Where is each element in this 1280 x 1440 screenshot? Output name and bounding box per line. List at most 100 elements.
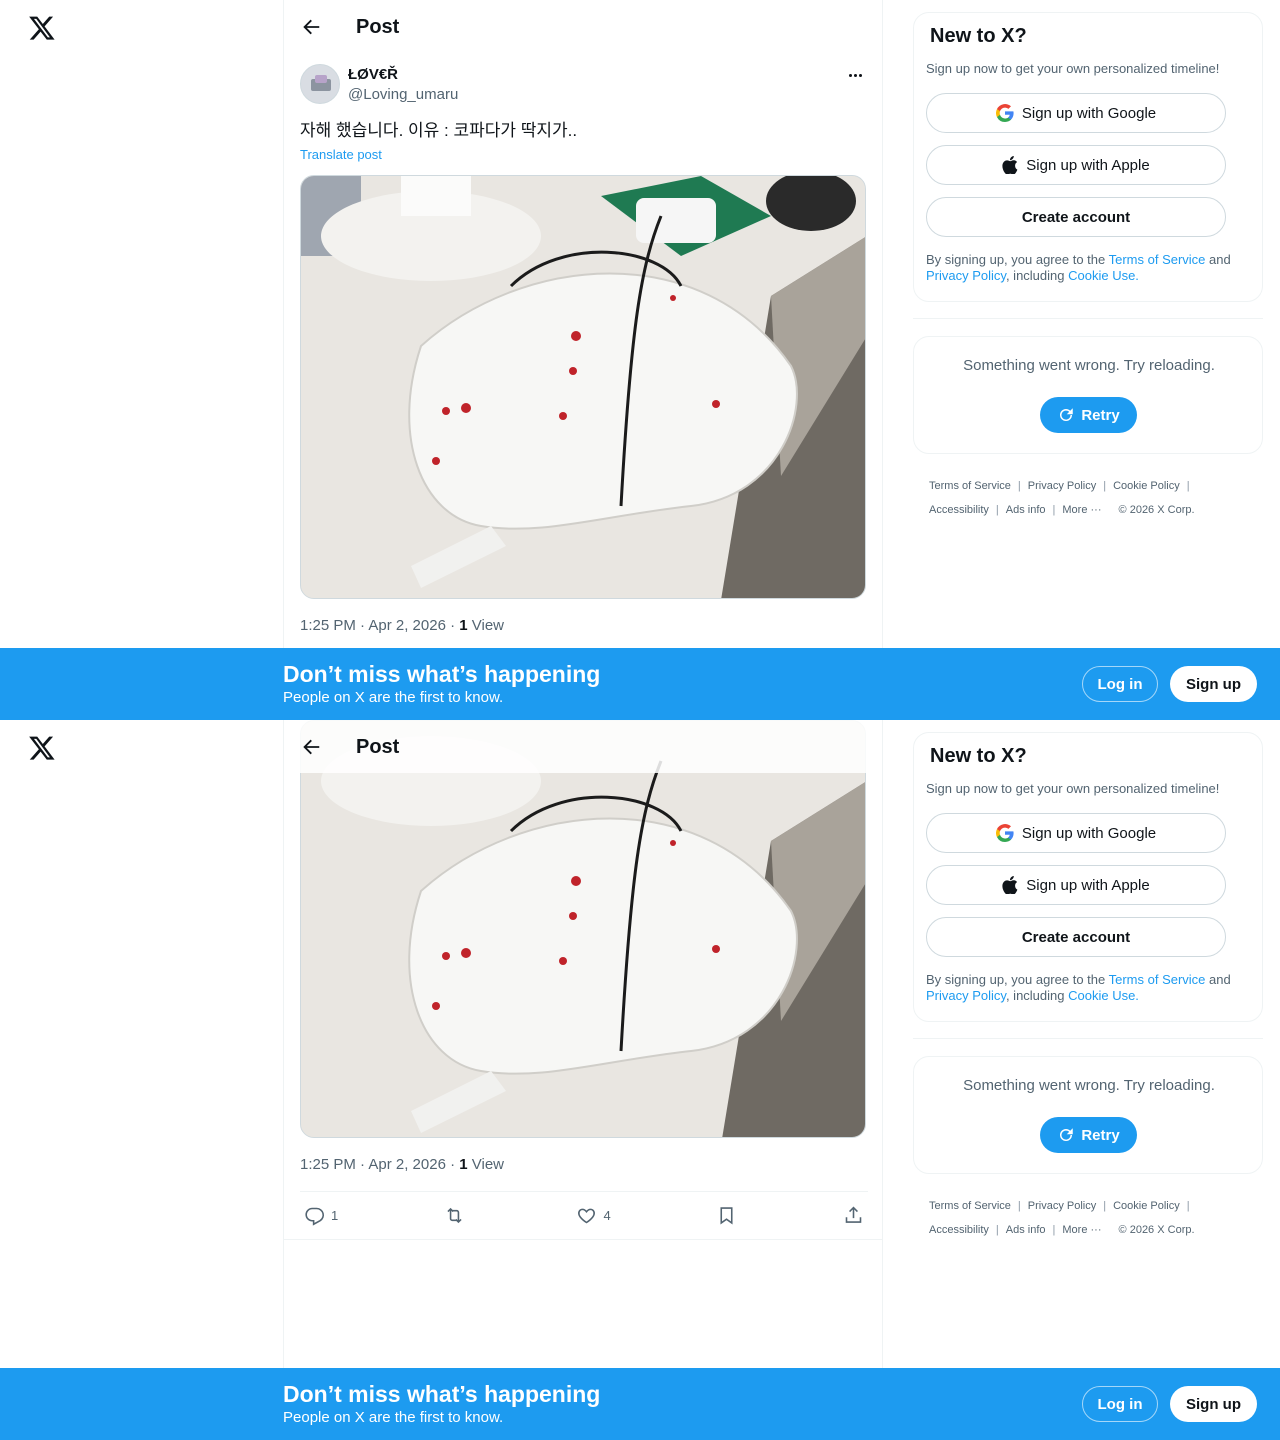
back-arrow-icon[interactable] xyxy=(300,736,322,758)
footer-accessibility-link[interactable]: Accessibility xyxy=(929,504,989,516)
terms-link[interactable]: Terms of Service xyxy=(1109,252,1206,267)
privacy-link[interactable]: Privacy Policy xyxy=(926,988,1006,1003)
banner-signup-button[interactable]: Sign up xyxy=(1170,1386,1257,1422)
sidebar-footer: Terms of Service | Privacy Policy | Cookie P… xyxy=(929,480,1195,516)
error-card: Something went wrong. Try reloading. Ret… xyxy=(913,336,1263,454)
viewport-scrolled: Post 1:25 PM · Apr 2, 2026 · 1 View 1 4 xyxy=(0,720,1280,1440)
footer-cookie-link[interactable]: Cookie Policy xyxy=(1113,480,1180,492)
create-account-button[interactable]: Create account xyxy=(926,197,1226,237)
post-image[interactable] xyxy=(300,720,866,1138)
refresh-icon xyxy=(1060,408,1074,421)
signup-card: New to X? Sign up now to get your own pe… xyxy=(913,732,1263,1022)
login-banner: Don’t miss what’s happening People on X … xyxy=(0,648,1280,720)
signup-google-button[interactable]: Sign up with Google xyxy=(926,93,1226,133)
signup-subtitle: Sign up now to get your own personalized… xyxy=(926,781,1220,796)
signup-apple-label: Sign up with Apple xyxy=(1026,156,1150,174)
terms-link[interactable]: Terms of Service xyxy=(1109,972,1206,987)
post-header: Post xyxy=(284,720,882,773)
error-message: Something went wrong. Try reloading. xyxy=(963,357,1215,374)
footer-terms-link[interactable]: Terms of Service xyxy=(929,1200,1011,1212)
footer-ads-link[interactable]: Ads info xyxy=(1006,1224,1046,1236)
bookmark-button[interactable] xyxy=(716,1205,737,1227)
translate-post-link[interactable]: Translate post xyxy=(300,147,382,162)
footer-privacy-link[interactable]: Privacy Policy xyxy=(1028,1200,1096,1212)
cookie-use-link[interactable]: Cookie Use. xyxy=(1068,988,1139,1003)
x-logo-icon[interactable] xyxy=(28,734,56,762)
signup-apple-button[interactable]: Sign up with Apple xyxy=(926,145,1226,185)
signup-legal-text: By signing up, you agree to the Terms of… xyxy=(926,252,1231,283)
heart-icon xyxy=(578,1208,596,1224)
post-text: 자해 했습니다. 이유 : 코파다가 딱지가.. xyxy=(300,121,578,140)
post-image[interactable] xyxy=(300,175,866,599)
post-timestamp: 1:25 PM · Apr 2, 2026 · 1 View xyxy=(300,617,505,634)
error-card: Something went wrong. Try reloading. Ret… xyxy=(913,1056,1263,1174)
banner-subtitle: People on X are the first to know. xyxy=(283,689,504,706)
footer-accessibility-link[interactable]: Accessibility xyxy=(929,1224,989,1236)
apple-icon xyxy=(1002,156,1018,174)
create-account-button[interactable]: Create account xyxy=(926,917,1226,957)
post-header: Post xyxy=(284,0,882,53)
footer-terms-link[interactable]: Terms of Service xyxy=(929,480,1011,492)
reply-icon xyxy=(305,1207,325,1226)
share-button[interactable] xyxy=(843,1205,864,1227)
signup-subtitle: Sign up now to get your own personalized… xyxy=(926,61,1220,76)
post-timestamp: 1:25 PM · Apr 2, 2026 · 1 View xyxy=(300,1156,505,1173)
refresh-icon xyxy=(1060,1128,1074,1141)
banner-login-button[interactable]: Log in xyxy=(1082,666,1158,702)
primary-column: Post 1:25 PM · Apr 2, 2026 · 1 View 1 4 xyxy=(283,720,883,1440)
post-bottom-divider xyxy=(284,1239,882,1240)
back-arrow-icon[interactable] xyxy=(300,16,322,38)
page-title: Post xyxy=(356,736,400,758)
retry-label: Retry xyxy=(1081,406,1120,424)
error-message: Something went wrong. Try reloading. xyxy=(963,1077,1215,1094)
display-name[interactable]: ŁØV€Ř xyxy=(348,66,398,83)
retry-button[interactable]: Retry xyxy=(1040,1117,1137,1153)
signup-google-label: Sign up with Google xyxy=(1021,824,1157,842)
repost-icon xyxy=(447,1207,462,1224)
footer-more-link[interactable]: More ··· xyxy=(1062,504,1101,516)
footer-privacy-link[interactable]: Privacy Policy xyxy=(1028,480,1096,492)
signup-apple-label: Sign up with Apple xyxy=(1026,876,1150,894)
signup-legal-text: By signing up, you agree to the Terms of… xyxy=(926,972,1231,1003)
sidebar-divider xyxy=(913,318,1263,319)
user-handle[interactable]: @Loving_umaru xyxy=(348,86,458,103)
banner-headline: Don’t miss what’s happening xyxy=(283,661,601,687)
photo-icon xyxy=(301,176,865,598)
footer-ads-link[interactable]: Ads info xyxy=(1006,504,1046,516)
share-icon xyxy=(845,1206,862,1223)
reply-count: 1 xyxy=(331,1208,339,1223)
banner-login-button[interactable]: Log in xyxy=(1082,1386,1158,1422)
viewport-top: Post ŁØV€Ř @Loving_umaru 자해 했습니다. 이유 : 코… xyxy=(0,0,1280,720)
signup-title: New to X? xyxy=(930,25,1027,47)
apple-icon xyxy=(1002,876,1018,894)
page-title: Post xyxy=(356,16,400,38)
like-count: 4 xyxy=(603,1208,611,1223)
avatar[interactable] xyxy=(300,64,340,104)
cookie-use-link[interactable]: Cookie Use. xyxy=(1068,268,1139,283)
photo-icon xyxy=(301,721,865,1137)
primary-column: Post ŁØV€Ř @Loving_umaru 자해 했습니다. 이유 : 코… xyxy=(283,0,883,720)
reply-button[interactable]: 1 xyxy=(304,1205,338,1227)
signup-title: New to X? xyxy=(930,745,1027,767)
sidebar-footer: Terms of Service | Privacy Policy | Cookie P… xyxy=(929,1200,1195,1236)
login-banner: Don’t miss what’s happening People on X … xyxy=(0,1368,1280,1440)
google-icon xyxy=(995,824,1014,842)
x-logo-icon[interactable] xyxy=(28,14,56,42)
google-icon xyxy=(995,104,1014,122)
footer-cookie-link[interactable]: Cookie Policy xyxy=(1113,1200,1180,1212)
repost-button[interactable] xyxy=(444,1205,471,1227)
retry-label: Retry xyxy=(1081,1126,1120,1144)
banner-headline: Don’t miss what’s happening xyxy=(283,1381,601,1407)
banner-signup-button[interactable]: Sign up xyxy=(1170,666,1257,702)
banner-subtitle: People on X are the first to know. xyxy=(283,1409,504,1426)
bookmark-icon xyxy=(720,1207,733,1225)
privacy-link[interactable]: Privacy Policy xyxy=(926,268,1006,283)
like-button[interactable]: 4 xyxy=(576,1205,611,1227)
more-options-icon[interactable] xyxy=(844,64,866,86)
signup-card: New to X? Sign up now to get your own pe… xyxy=(913,12,1263,302)
sidebar-divider xyxy=(913,1038,1263,1039)
signup-apple-button[interactable]: Sign up with Apple xyxy=(926,865,1226,905)
footer-more-link[interactable]: More ··· xyxy=(1062,1224,1101,1236)
signup-google-button[interactable]: Sign up with Google xyxy=(926,813,1226,853)
retry-button[interactable]: Retry xyxy=(1040,397,1137,433)
